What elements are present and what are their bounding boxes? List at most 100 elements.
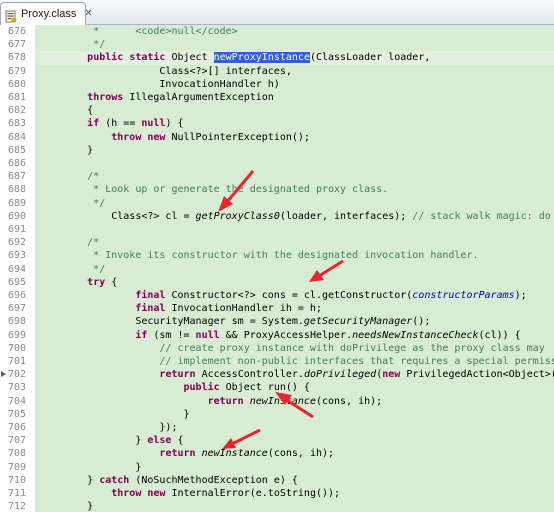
tab-proxy-class[interactable]: Proxy.class ✕ xyxy=(0,2,93,25)
line-number: 692 xyxy=(8,237,27,249)
line-number: 703 xyxy=(8,382,27,394)
line-number-ruler: 676 677 678 679 680 681 682 683 684 685 686 687 688 6… xyxy=(8,25,35,512)
code-line[interactable]: // create proxy instance with doPrivileg… xyxy=(39,342,554,355)
code-token: needsNewInstanceCheck xyxy=(352,329,479,341)
code-line[interactable]: return AccessController.doPrivileged(new… xyxy=(39,368,554,381)
code-token: (loader, interfaces); xyxy=(279,210,413,222)
code-token: { xyxy=(39,105,94,117)
tab-title: Proxy.class xyxy=(21,8,77,20)
code-line[interactable]: /* xyxy=(39,236,554,249)
line-number: 712 xyxy=(8,501,27,512)
code-token: Object xyxy=(171,52,214,64)
annotation-ruler xyxy=(0,25,8,512)
code-token: public xyxy=(183,382,226,394)
code-token: } xyxy=(39,435,148,447)
code-line[interactable]: * <code>null</code> xyxy=(39,25,554,38)
line-number: 684 xyxy=(8,131,27,143)
code-token: (ClassLoader loader, xyxy=(309,52,431,64)
code-line[interactable]: final InvocationHandler ih = h; xyxy=(39,302,554,315)
line-number: 685 xyxy=(8,144,27,156)
code-line[interactable]: * Invoke its constructor with the design… xyxy=(39,249,554,262)
code-line[interactable]: Class<?>[] interfaces, xyxy=(39,65,554,78)
code-token: (cons, ih); xyxy=(315,395,383,407)
code-line[interactable]: if (h == null) { xyxy=(39,117,554,130)
code-token: /* xyxy=(39,171,100,183)
code-line[interactable]: return newInstance(cons, ih); xyxy=(39,447,554,460)
line-number: 678 xyxy=(8,52,27,64)
code-token: newInstance xyxy=(249,395,316,407)
code-token: * xyxy=(39,26,136,37)
code-line[interactable]: */ xyxy=(39,263,554,276)
code-token: IllegalArgumentException xyxy=(129,92,274,103)
line-number: 706 xyxy=(8,422,27,433)
code-line[interactable]: Class<?> cl = getProxyClass0(loader, int… xyxy=(39,210,554,223)
code-line[interactable]: } xyxy=(39,500,554,512)
code-line[interactable] xyxy=(39,223,554,236)
code-text-area[interactable]: * <code>null</code> */ public static Obj… xyxy=(35,25,554,512)
line-number: 679 xyxy=(8,65,27,77)
code-token: new xyxy=(382,369,407,381)
code-line[interactable]: return newInstance(cons, ih); xyxy=(39,395,554,408)
code-line[interactable]: } xyxy=(39,408,554,421)
code-token: null xyxy=(141,118,166,130)
code-editor[interactable]: 676 677 678 679 680 681 682 683 684 685 686 687 688 6… xyxy=(0,25,554,512)
code-token: InvocationHandler ih = h; xyxy=(171,303,322,315)
code-line[interactable]: }); xyxy=(39,421,554,434)
code-token: throws xyxy=(87,92,130,103)
code-token: null xyxy=(171,26,196,37)
line-number: 681 xyxy=(8,92,27,103)
code-line[interactable]: } xyxy=(39,144,554,157)
code-line[interactable]: public Object run() { xyxy=(39,381,554,394)
line-number: 683 xyxy=(8,118,27,130)
code-token: (h == xyxy=(105,118,142,130)
code-line[interactable]: throws IllegalArgumentException xyxy=(39,91,554,104)
code-line[interactable] xyxy=(39,157,554,170)
line-number: 701 xyxy=(8,356,27,367)
line-number: 680 xyxy=(8,78,27,90)
code-line[interactable]: */ xyxy=(39,38,554,51)
code-line[interactable]: { xyxy=(39,104,554,117)
code-token: NullPointerException(); xyxy=(171,131,310,143)
code-line[interactable]: throw new InternalError(e.toString()); xyxy=(39,487,554,500)
line-number: 677 xyxy=(8,39,27,51)
code-line[interactable]: } catch (NoSuchMethodException e) { xyxy=(39,474,554,487)
code-line[interactable]: public static Object newProxyInstance(Cl… xyxy=(39,51,554,65)
code-token: } xyxy=(39,474,100,486)
line-number: 694 xyxy=(8,263,27,275)
code-token: } xyxy=(39,461,142,473)
selected-token: newProxyInstance xyxy=(213,52,310,64)
code-token: { xyxy=(111,276,118,288)
code-line[interactable]: if (sm != null && ProxyAccessHelper.need… xyxy=(39,329,554,342)
code-line[interactable]: * Look up or generate the designated pro… xyxy=(39,183,554,196)
code-token: ) { xyxy=(165,118,184,130)
code-line[interactable]: throw new NullPointerException(); xyxy=(39,131,554,144)
code-line[interactable]: SecurityManager sm = System.getSecurityM… xyxy=(39,315,554,328)
code-token: { xyxy=(177,435,184,447)
close-icon[interactable]: ✕ xyxy=(84,9,92,19)
code-token: </code> xyxy=(195,26,238,37)
code-line[interactable]: } else { xyxy=(39,434,554,447)
code-token: <code> xyxy=(135,26,172,37)
code-line[interactable]: final Constructor<?> cons = cl.getConstr… xyxy=(39,289,554,302)
line-number: 711 xyxy=(8,488,27,499)
code-token: null xyxy=(195,329,226,341)
code-token: */ xyxy=(39,263,106,275)
line-number: 686 xyxy=(8,158,27,169)
code-line[interactable]: */ xyxy=(39,197,554,210)
code-line[interactable]: } xyxy=(39,461,554,474)
code-line[interactable]: try { xyxy=(39,276,554,289)
line-number: 682 xyxy=(8,105,27,117)
code-line[interactable]: InvocationHandler h) xyxy=(39,78,554,91)
code-token: InternalError(e.toString()); xyxy=(171,488,341,499)
code-line[interactable]: // implement non-public interfaces that … xyxy=(39,355,554,368)
code-token: throw new xyxy=(111,131,172,143)
code-line[interactable]: /* xyxy=(39,170,554,183)
code-token: } xyxy=(39,144,94,156)
code-token: InvocationHandler h) xyxy=(39,78,280,90)
code-token: (cl)) { xyxy=(478,329,521,341)
code-token: }); xyxy=(39,422,178,433)
